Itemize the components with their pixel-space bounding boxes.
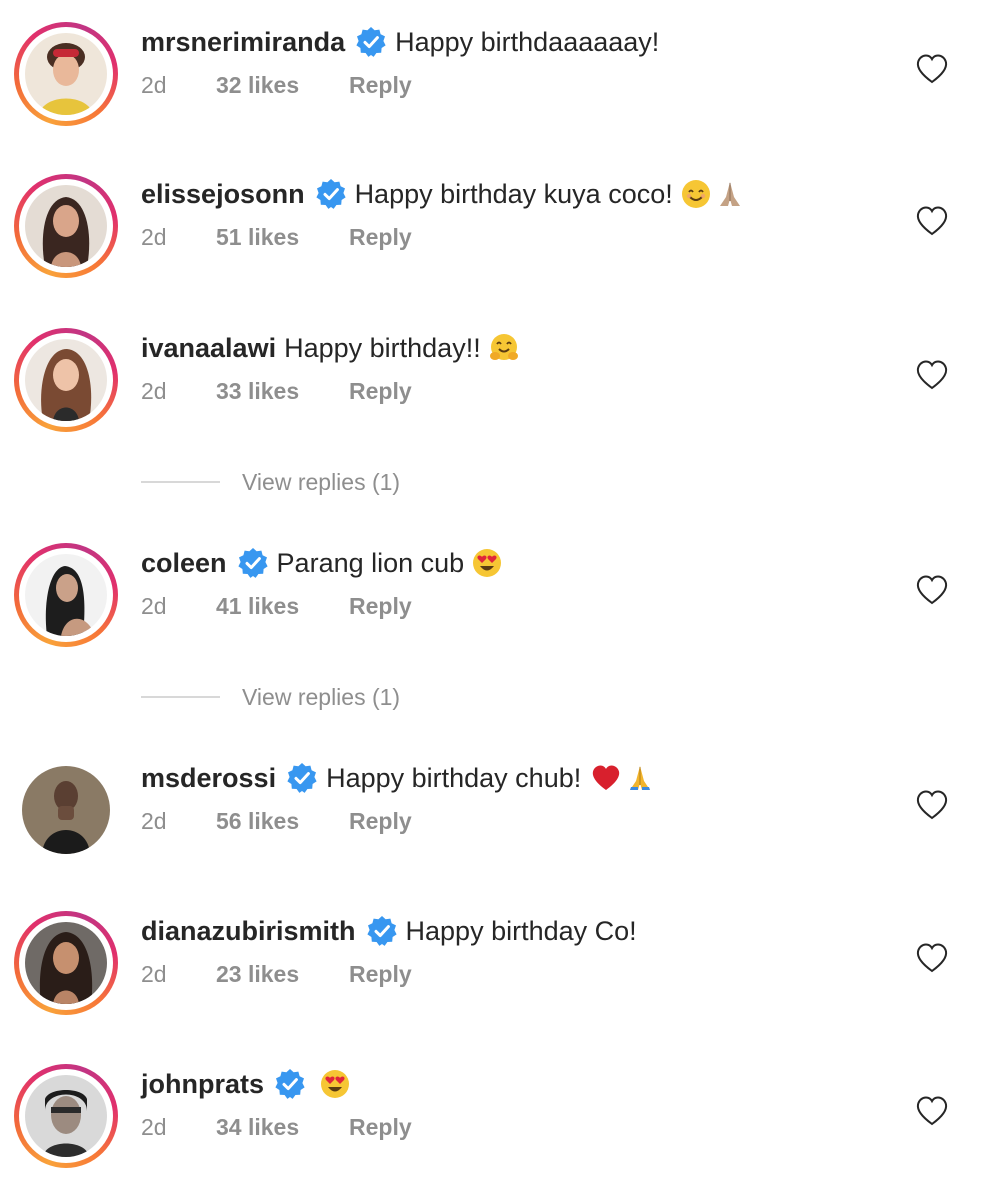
reply-button[interactable]: Reply bbox=[349, 804, 412, 838]
verified-badge-icon bbox=[314, 178, 347, 210]
comment-time: 2d bbox=[141, 378, 167, 404]
reply-button[interactable]: Reply bbox=[349, 1110, 412, 1144]
avatar[interactable] bbox=[14, 174, 118, 278]
comment-time: 2d bbox=[141, 593, 167, 619]
red-heart-emoji-icon bbox=[593, 765, 620, 790]
comment-item: msderossi Happy birthday chub! 2d 56 lik… bbox=[0, 758, 1000, 868]
folded-hands-emoji-icon bbox=[719, 182, 740, 206]
heart-eyes-emoji-icon bbox=[473, 549, 502, 577]
comment-line: ivanaalawi Happy birthday!! bbox=[141, 328, 519, 368]
verified-badge-icon bbox=[236, 547, 269, 579]
comment-time: 2d bbox=[141, 1114, 167, 1140]
replies-divider bbox=[141, 481, 220, 483]
like-heart-icon[interactable] bbox=[915, 1094, 949, 1128]
comment-item: ivanaalawi Happy birthday!! 2d 33 likes … bbox=[0, 328, 1000, 438]
like-heart-icon[interactable] bbox=[915, 941, 949, 975]
avatar[interactable] bbox=[14, 911, 118, 1015]
username[interactable]: msderossi bbox=[141, 758, 276, 798]
username[interactable]: ivanaalawi bbox=[141, 328, 276, 368]
comment-time: 2d bbox=[141, 961, 167, 987]
likes-count[interactable]: 32 likes bbox=[216, 68, 299, 102]
avatar[interactable] bbox=[14, 543, 118, 647]
likes-count[interactable]: 34 likes bbox=[216, 1110, 299, 1144]
reply-button[interactable]: Reply bbox=[349, 957, 412, 991]
comment-text: Happy birthdaaaaaay! bbox=[395, 27, 660, 57]
reply-button[interactable]: Reply bbox=[349, 589, 412, 623]
reply-button[interactable]: Reply bbox=[349, 374, 412, 408]
comment-text: Happy birthday!! bbox=[284, 333, 481, 363]
view-replies-button[interactable]: View replies (1) bbox=[141, 679, 541, 715]
like-heart-icon[interactable] bbox=[915, 204, 949, 238]
like-heart-icon[interactable] bbox=[915, 573, 949, 607]
view-replies-button[interactable]: View replies (1) bbox=[141, 464, 541, 500]
reply-button[interactable]: Reply bbox=[349, 68, 412, 102]
replies-divider bbox=[141, 696, 220, 698]
likes-count[interactable]: 41 likes bbox=[216, 589, 299, 623]
comment-item: coleen Parang lion cub 2d 41 likes Reply bbox=[0, 543, 1000, 653]
comment-line: coleen Parang lion cub bbox=[141, 543, 502, 583]
comment-item: mrsnerimiranda Happy birthdaaaaaay! 2d 3… bbox=[0, 22, 1000, 132]
reply-button[interactable]: Reply bbox=[349, 220, 412, 254]
avatar[interactable] bbox=[14, 758, 118, 862]
username[interactable]: elissejosonn bbox=[141, 174, 305, 214]
like-heart-icon[interactable] bbox=[915, 358, 949, 392]
verified-badge-icon bbox=[274, 1068, 307, 1100]
comment-line: elissejosonn Happy birthday kuya coco! bbox=[141, 174, 745, 214]
view-replies-label[interactable]: View replies (1) bbox=[242, 464, 400, 500]
likes-count[interactable]: 23 likes bbox=[216, 957, 299, 991]
username[interactable]: coleen bbox=[141, 543, 227, 583]
comment-line: johnprats bbox=[141, 1064, 350, 1104]
comment-item: elissejosonn Happy birthday kuya coco! 2… bbox=[0, 174, 1000, 284]
comment-line: mrsnerimiranda Happy birthdaaaaaay! bbox=[141, 22, 659, 62]
username[interactable]: mrsnerimiranda bbox=[141, 22, 345, 62]
avatar[interactable] bbox=[14, 328, 118, 432]
verified-badge-icon bbox=[286, 762, 319, 794]
avatar[interactable] bbox=[14, 1064, 118, 1168]
comment-item: johnprats 2d 34 likes Reply bbox=[0, 1064, 1000, 1174]
comment-line: msderossi Happy birthday chub! bbox=[141, 758, 655, 798]
likes-count[interactable]: 33 likes bbox=[216, 374, 299, 408]
comment-text: Happy birthday kuya coco! bbox=[354, 179, 673, 209]
verified-badge-icon bbox=[365, 915, 398, 947]
like-heart-icon[interactable] bbox=[915, 788, 949, 822]
likes-count[interactable]: 51 likes bbox=[216, 220, 299, 254]
heart-eyes-emoji-icon bbox=[321, 1070, 350, 1098]
comment-time: 2d bbox=[141, 224, 167, 250]
likes-count[interactable]: 56 likes bbox=[216, 804, 299, 838]
view-replies-label[interactable]: View replies (1) bbox=[242, 679, 400, 715]
hugging-face-emoji-icon bbox=[489, 334, 518, 360]
avatar[interactable] bbox=[14, 22, 118, 126]
username[interactable]: johnprats bbox=[141, 1064, 264, 1104]
comment-text: Happy birthday Co! bbox=[405, 916, 637, 946]
comment-time: 2d bbox=[141, 72, 167, 98]
smiling-face-emoji-icon bbox=[681, 180, 710, 208]
comment-item: dianazubirismith Happy birthday Co! 2d 2… bbox=[0, 911, 1000, 1021]
comment-time: 2d bbox=[141, 808, 167, 834]
verified-badge-icon bbox=[355, 26, 388, 58]
folded-hands-emoji-icon bbox=[630, 766, 651, 790]
comment-text: Parang lion cub bbox=[276, 548, 465, 578]
comment-text: Happy birthday chub! bbox=[326, 763, 582, 793]
comment-line: dianazubirismith Happy birthday Co! bbox=[141, 911, 637, 951]
username[interactable]: dianazubirismith bbox=[141, 911, 356, 951]
like-heart-icon[interactable] bbox=[915, 52, 949, 86]
